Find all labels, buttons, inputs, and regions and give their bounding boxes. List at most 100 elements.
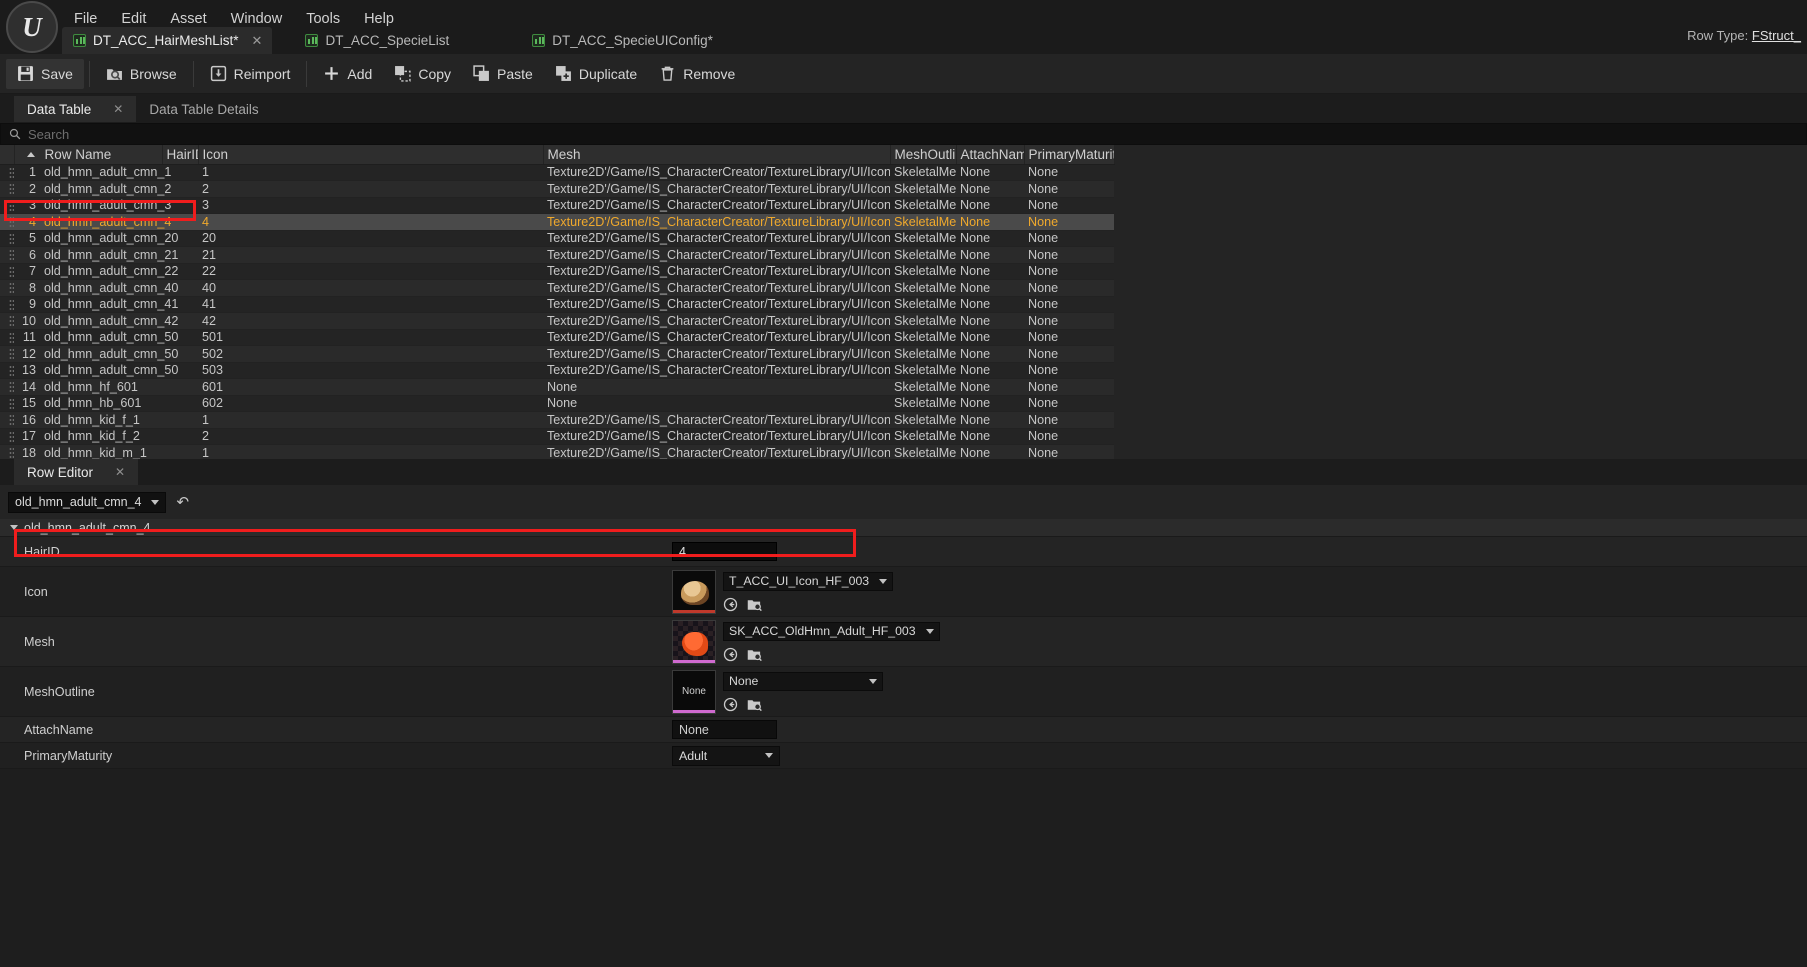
table-row[interactable]: 12old_hmn_adult_cmn_50502Texture2D'/Game… xyxy=(0,346,1114,363)
row-selector-dropdown[interactable]: old_hmn_adult_cmn_4 xyxy=(8,492,166,513)
row-type-value[interactable]: FStruct_ xyxy=(1752,28,1801,43)
use-selected-asset-icon[interactable] xyxy=(723,647,738,662)
attachname-cell: None xyxy=(1024,296,1114,313)
copy-button[interactable]: Copy xyxy=(383,59,462,89)
table-row[interactable]: 15old_hmn_hb_601602NoneSkeletalMesh'/Gam… xyxy=(0,395,1114,412)
row-drag-handle[interactable] xyxy=(0,379,14,396)
attachname-cell: None xyxy=(1024,379,1114,396)
header-icon[interactable]: Icon xyxy=(198,145,543,164)
row-drag-handle[interactable] xyxy=(0,296,14,313)
row-drag-handle[interactable] xyxy=(0,280,14,297)
header-mesh[interactable]: Mesh xyxy=(543,145,890,164)
row-drag-handle[interactable] xyxy=(0,313,14,330)
row-drag-handle[interactable] xyxy=(0,362,14,379)
asset-type-bar xyxy=(673,710,715,713)
table-row[interactable]: 14old_hmn_hf_601601NoneSkeletalMesh'/Gam… xyxy=(0,379,1114,396)
row-drag-handle[interactable] xyxy=(0,428,14,445)
attachname-input[interactable]: None xyxy=(672,720,777,739)
browse-to-asset-icon[interactable] xyxy=(747,647,762,662)
row-drag-handle[interactable] xyxy=(0,247,14,264)
close-icon[interactable]: ✕ xyxy=(252,33,263,49)
table-row[interactable]: 18old_hmn_kid_m_11Texture2D'/Game/IS_Cha… xyxy=(0,445,1114,460)
tab-row-editor[interactable]: Row Editor ✕ xyxy=(14,459,138,485)
row-drag-handle[interactable] xyxy=(0,214,14,231)
add-button[interactable]: Add xyxy=(312,59,383,89)
remove-button[interactable]: Remove xyxy=(648,59,746,89)
undo-arrow-icon[interactable]: ↶ xyxy=(176,493,189,511)
table-row[interactable]: 13old_hmn_adult_cmn_50503Texture2D'/Game… xyxy=(0,362,1114,379)
row-name-cell: old_hmn_adult_cmn_50 xyxy=(40,329,198,346)
table-row[interactable]: 16old_hmn_kid_f_11Texture2D'/Game/IS_Cha… xyxy=(0,412,1114,429)
mesh-asset-dropdown[interactable]: SK_ACC_OldHmn_Adult_HF_003 xyxy=(723,622,940,641)
search-bar[interactable] xyxy=(0,123,1807,145)
chevron-down-icon xyxy=(869,679,877,684)
row-drag-handle[interactable] xyxy=(0,445,14,460)
header-mesh-outline[interactable]: MeshOutline xyxy=(890,145,956,164)
table-row[interactable]: 8old_hmn_adult_cmn_4040Texture2D'/Game/I… xyxy=(0,280,1114,297)
close-icon[interactable]: ✕ xyxy=(113,102,123,116)
header-grip xyxy=(0,145,14,164)
search-input[interactable] xyxy=(28,127,428,142)
row-drag-handle[interactable] xyxy=(0,181,14,198)
use-selected-asset-icon[interactable] xyxy=(723,597,738,612)
meshoutline-cell: None xyxy=(956,445,1024,460)
browse-to-asset-icon[interactable] xyxy=(747,597,762,612)
header-primary-maturity[interactable]: PrimaryMaturity xyxy=(1024,145,1114,164)
row-drag-handle[interactable] xyxy=(0,230,14,247)
row-drag-handle[interactable] xyxy=(0,197,14,214)
hairid-input[interactable]: 4 xyxy=(672,542,777,561)
header-hair-id[interactable]: HairID xyxy=(162,145,198,164)
asset-tab-hairmeshlist[interactable]: DT_ACC_HairMeshList* ✕ xyxy=(62,27,272,54)
header-attach-name[interactable]: AttachName xyxy=(956,145,1024,164)
table-row[interactable]: 2old_hmn_adult_cmn_22Texture2D'/Game/IS_… xyxy=(0,181,1114,198)
duplicate-button[interactable]: Duplicate xyxy=(544,59,648,89)
tab-data-table-details[interactable]: Data Table Details xyxy=(136,96,271,122)
browse-to-asset-icon[interactable] xyxy=(747,697,762,712)
reimport-button[interactable]: Reimport xyxy=(199,59,302,89)
table-body: 1old_hmn_adult_cmn_11Texture2D'/Game/IS_… xyxy=(0,164,1114,459)
table-row[interactable]: 7old_hmn_adult_cmn_2222Texture2D'/Game/I… xyxy=(0,263,1114,280)
save-button[interactable]: Save xyxy=(6,59,84,89)
table-row[interactable]: 4old_hmn_adult_cmn_44Texture2D'/Game/IS_… xyxy=(0,214,1114,231)
table-row[interactable]: 17old_hmn_kid_f_22Texture2D'/Game/IS_Cha… xyxy=(0,428,1114,445)
tab-data-table[interactable]: Data Table ✕ xyxy=(14,96,136,122)
row-index-cell: 1 xyxy=(14,164,40,181)
meshoutline-asset-dropdown[interactable]: None xyxy=(723,672,883,691)
row-drag-handle[interactable] xyxy=(0,263,14,280)
use-selected-asset-icon[interactable] xyxy=(723,697,738,712)
property-label: PrimaryMaturity xyxy=(0,749,672,763)
meshoutline-thumbnail[interactable]: None xyxy=(672,670,716,714)
header-row-name[interactable]: Row Name xyxy=(14,145,162,164)
attachname-cell: None xyxy=(1024,362,1114,379)
mesh-path-cell: SkeletalMesh'/Game/IS_CharacterCreator/I… xyxy=(890,181,956,198)
hairid-cell: 4 xyxy=(198,214,543,231)
row-drag-handle[interactable] xyxy=(0,346,14,363)
table-row[interactable]: 5old_hmn_adult_cmn_2020Texture2D'/Game/I… xyxy=(0,230,1114,247)
row-drag-handle[interactable] xyxy=(0,395,14,412)
chevron-down-icon xyxy=(765,753,773,758)
table-row[interactable]: 6old_hmn_adult_cmn_2121Texture2D'/Game/I… xyxy=(0,247,1114,264)
icon-path-cell: Texture2D'/Game/IS_CharacterCreator/Text… xyxy=(543,247,890,264)
attachname-cell: None xyxy=(1024,395,1114,412)
asset-tab-specielist[interactable]: DT_ACC_SpecieList xyxy=(294,27,459,54)
table-row[interactable]: 1old_hmn_adult_cmn_11Texture2D'/Game/IS_… xyxy=(0,164,1114,181)
icon-asset-dropdown[interactable]: T_ACC_UI_Icon_HF_003 xyxy=(723,572,893,591)
row-drag-handle[interactable] xyxy=(0,329,14,346)
table-row[interactable]: 11old_hmn_adult_cmn_50501Texture2D'/Game… xyxy=(0,329,1114,346)
hair-red-thumb xyxy=(682,632,708,656)
asset-tab-specieuiconfig[interactable]: DT_ACC_SpecieUIConfig* xyxy=(521,27,723,54)
close-icon[interactable]: ✕ xyxy=(115,465,125,479)
mesh-thumbnail[interactable] xyxy=(672,620,716,664)
table-row[interactable]: 9old_hmn_adult_cmn_4141Texture2D'/Game/I… xyxy=(0,296,1114,313)
row-editor-group-header[interactable]: old_hmn_adult_cmn_4 xyxy=(0,519,1807,537)
primarymaturity-dropdown[interactable]: Adult xyxy=(672,746,780,766)
browse-button[interactable]: Browse xyxy=(95,59,188,89)
attachname-cell: None xyxy=(1024,428,1114,445)
icon-thumbnail[interactable] xyxy=(672,570,716,614)
row-index-cell: 18 xyxy=(14,445,40,460)
row-drag-handle[interactable] xyxy=(0,412,14,429)
paste-button[interactable]: Paste xyxy=(462,59,544,89)
table-row[interactable]: 10old_hmn_adult_cmn_4242Texture2D'/Game/… xyxy=(0,313,1114,330)
row-drag-handle[interactable] xyxy=(0,164,14,181)
table-row[interactable]: 3old_hmn_adult_cmn_33Texture2D'/Game/IS_… xyxy=(0,197,1114,214)
